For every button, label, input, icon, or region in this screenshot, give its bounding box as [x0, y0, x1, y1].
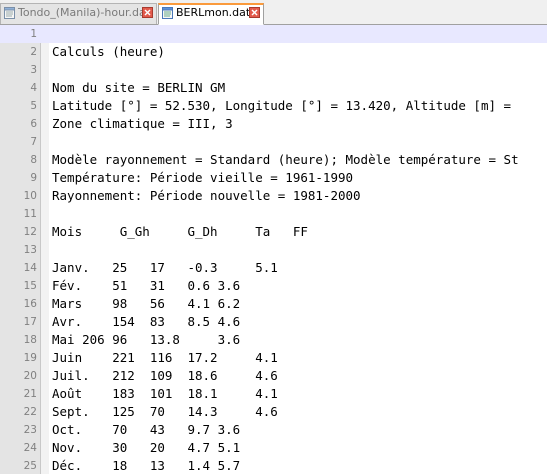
- line-number: 4: [30, 82, 37, 94]
- line-text: Sept. 125 70 14.3 4.6: [52, 404, 278, 419]
- line-text: Oct. 70 43 9.7 3.6: [52, 422, 241, 437]
- editor-line[interactable]: 15 Fév. 51 31 0.6 3.6: [0, 277, 547, 295]
- editor-line[interactable]: 19 Juin 221 116 17.2 4.1: [0, 349, 547, 367]
- editor-line[interactable]: 16 Mars 98 56 4.1 6.2: [0, 295, 547, 313]
- line-number: 19: [23, 352, 37, 364]
- line-number: 14: [23, 262, 37, 274]
- line-text: Juil. 212 109 18.6 4.6: [52, 368, 278, 383]
- editor-line[interactable]: 21 Août 183 101 18.1 4.1: [0, 385, 547, 403]
- editor-line[interactable]: 10 Rayonnement: Période nouvelle = 1981-2…: [0, 187, 547, 205]
- line-number: 6: [30, 118, 37, 130]
- line-number: 22: [23, 406, 37, 418]
- line-number: 24: [23, 442, 37, 454]
- line-number: 16: [23, 298, 37, 310]
- editor-line[interactable]: 23 Oct. 70 43 9.7 3.6: [0, 421, 547, 439]
- editor-line[interactable]: 5 Latitude [°] = 52.530, Longitude [°] = …: [0, 97, 547, 115]
- tab-tondo-manila-hour[interactable]: Tondo_(Manila)-hour.dat: [0, 3, 157, 24]
- tab-bar: Tondo_(Manila)-hour.dat BERLmon.dat: [0, 0, 547, 25]
- line-text: Mars 98 56 4.1 6.2: [52, 296, 241, 311]
- editor-line[interactable]: 17 Avr. 154 83 8.5 4.6: [0, 313, 547, 331]
- line-text: Janv. 25 17 -0.3 5.1: [52, 260, 278, 275]
- editor-line[interactable]: 1: [0, 25, 547, 43]
- editor-line[interactable]: 25 Déc. 18 13 1.4 5.7: [0, 457, 547, 475]
- line-text: Août 183 101 18.1 4.1: [52, 386, 278, 401]
- line-number: 21: [23, 388, 37, 400]
- editor-line[interactable]: 11: [0, 205, 547, 223]
- editor-line[interactable]: 7: [0, 133, 547, 151]
- line-text: Nom du site = BERLIN GM: [52, 80, 226, 95]
- line-number: 20: [23, 370, 37, 382]
- line-number: 13: [23, 244, 37, 256]
- editor-line[interactable]: 8 Modèle rayonnement = Standard (heure); …: [0, 151, 547, 169]
- line-number: 3: [30, 64, 37, 76]
- editor-line[interactable]: 24 Nov. 30 20 4.7 5.1: [0, 439, 547, 457]
- editor-line[interactable]: 22 Sept. 125 70 14.3 4.6: [0, 403, 547, 421]
- line-text: Juin 221 116 17.2 4.1: [52, 350, 278, 365]
- notepad-file-icon: [4, 7, 15, 19]
- line-text: Température: Période vieille = 1961-1990: [52, 170, 354, 185]
- line-number: 8: [30, 154, 37, 166]
- line-text: Rayonnement: Période nouvelle = 1981-200…: [52, 188, 361, 203]
- line-number: 1: [30, 28, 37, 40]
- line-number: 15: [23, 280, 37, 292]
- line-number: 17: [23, 316, 37, 328]
- close-icon[interactable]: [142, 7, 153, 18]
- line-number: 12: [23, 226, 37, 238]
- tab-label: Tondo_(Manila)-hour.dat: [18, 6, 151, 19]
- editor-line[interactable]: 20 Juil. 212 109 18.6 4.6: [0, 367, 547, 385]
- notepad-file-icon: [162, 7, 173, 19]
- editor-line[interactable]: 3: [0, 61, 547, 79]
- line-text: Mai 206 96 13.8 3.6: [52, 332, 241, 347]
- line-text: Fév. 51 31 0.6 3.6: [52, 278, 241, 293]
- line-number: 5: [30, 100, 37, 112]
- editor-line[interactable]: 12 Mois G_Gh G_Dh Ta FF: [0, 223, 547, 241]
- line-number: 23: [23, 424, 37, 436]
- line-text: Mois G_Gh G_Dh Ta FF: [52, 224, 308, 239]
- line-number: 9: [30, 172, 37, 184]
- line-number: 2: [30, 46, 37, 58]
- editor-line[interactable]: 13: [0, 241, 547, 259]
- line-text: Calculs (heure): [52, 44, 165, 59]
- line-text: Zone climatique = III, 3: [52, 116, 233, 131]
- tab-berlmon[interactable]: BERLmon.dat: [158, 3, 264, 25]
- text-editor[interactable]: 1 2 Calculs (heure) 3 4 Nom du site = BERL…: [0, 25, 547, 474]
- line-text: Modèle rayonnement = Standard (heure); M…: [52, 152, 519, 167]
- line-text: Nov. 30 20 4.7 5.1: [52, 440, 241, 455]
- tab-label: BERLmon.dat: [176, 6, 251, 19]
- line-text: Déc. 18 13 1.4 5.7: [52, 458, 241, 473]
- editor-line[interactable]: 6 Zone climatique = III, 3: [0, 115, 547, 133]
- line-number: 18: [23, 334, 37, 346]
- line-text: Latitude [°] = 52.530, Longitude [°] = 1…: [52, 98, 512, 113]
- line-number: 25: [23, 460, 37, 472]
- line-number: 10: [23, 190, 37, 202]
- editor-line[interactable]: 4 Nom du site = BERLIN GM: [0, 79, 547, 97]
- close-icon[interactable]: [249, 7, 260, 18]
- line-number: 11: [23, 208, 37, 220]
- editor-line[interactable]: 18 Mai 206 96 13.8 3.6: [0, 331, 547, 349]
- editor-line[interactable]: 2 Calculs (heure): [0, 43, 547, 61]
- editor-line[interactable]: 9 Température: Période vieille = 1961-199…: [0, 169, 547, 187]
- editor-line[interactable]: 14 Janv. 25 17 -0.3 5.1: [0, 259, 547, 277]
- line-number: 7: [30, 136, 37, 148]
- line-text: Avr. 154 83 8.5 4.6: [52, 314, 241, 329]
